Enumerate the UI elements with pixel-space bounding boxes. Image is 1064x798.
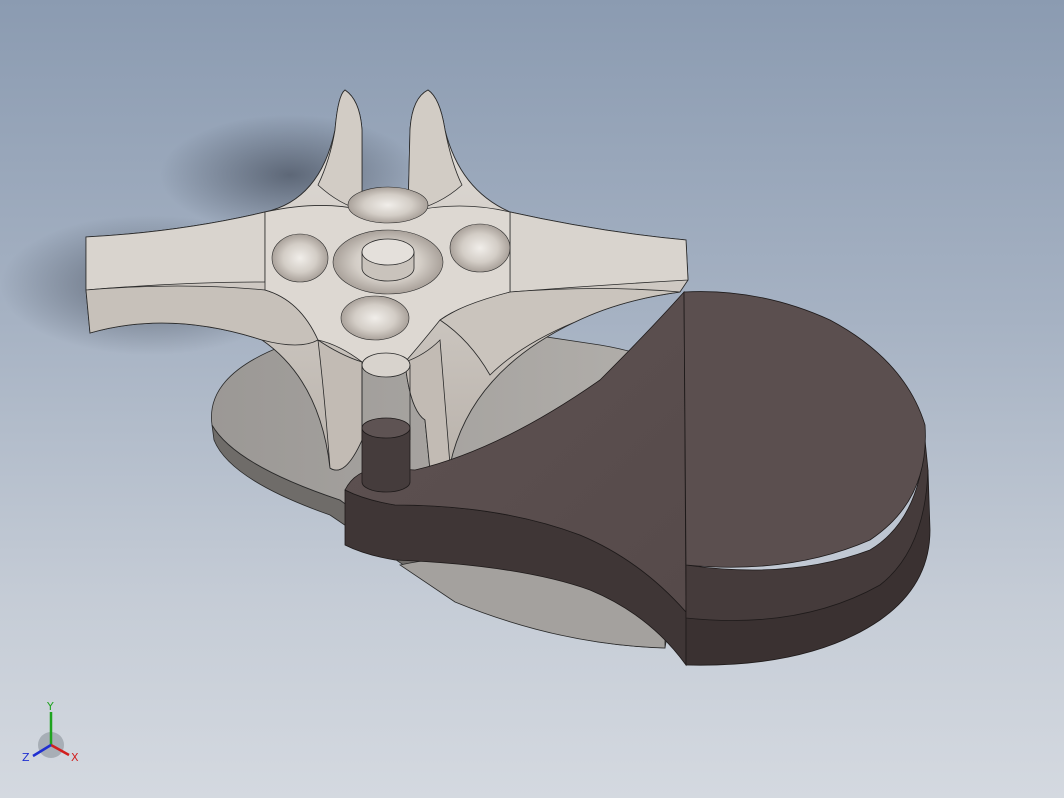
dimple-bottom bbox=[340, 295, 410, 341]
y-axis-label: Y bbox=[46, 700, 54, 713]
dimple-top bbox=[347, 186, 429, 224]
z-axis-label: Z bbox=[22, 751, 30, 764]
x-axis-label: X bbox=[71, 751, 79, 764]
pin-top bbox=[361, 417, 411, 439]
dimple-right bbox=[449, 223, 511, 273]
spider-lower-hole bbox=[361, 352, 411, 378]
model-scene bbox=[0, 89, 931, 667]
right-arm-upper bbox=[509, 211, 689, 293]
center-boss-top bbox=[361, 238, 415, 266]
cad-viewport[interactable]: Y X Z bbox=[0, 0, 1064, 798]
dimple-left bbox=[271, 233, 329, 283]
orientation-triad[interactable]: Y X Z bbox=[18, 700, 88, 775]
disc-top bbox=[683, 291, 926, 568]
